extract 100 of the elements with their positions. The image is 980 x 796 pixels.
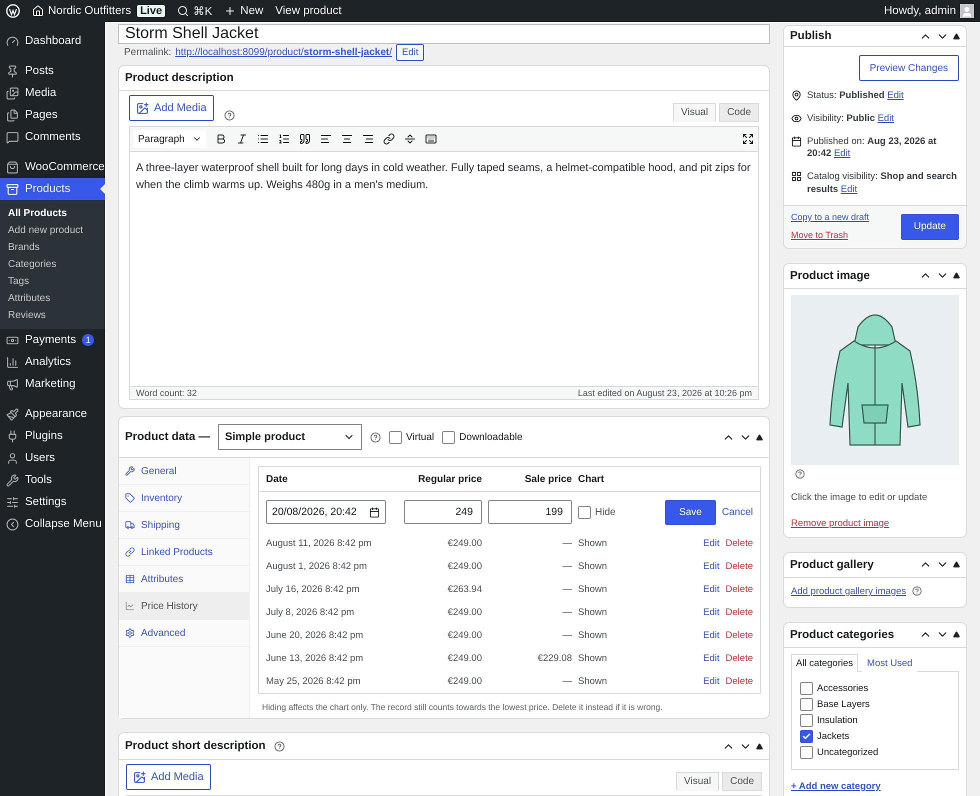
- checkbox[interactable]: [800, 746, 813, 759]
- checkbox[interactable]: [442, 430, 456, 444]
- align-right-icon[interactable]: [362, 133, 374, 145]
- editor-tab[interactable]: Visual: [676, 772, 720, 791]
- edit-link[interactable]: Edit: [703, 630, 720, 641]
- checkbox[interactable]: [800, 714, 813, 727]
- edit-link[interactable]: Edit: [703, 676, 720, 687]
- submenu-item[interactable]: Add new product: [0, 222, 105, 239]
- category-tab[interactable]: All categories: [791, 654, 858, 672]
- help-icon[interactable]: [274, 740, 285, 752]
- view-product-link[interactable]: View product: [275, 5, 342, 17]
- delete-link[interactable]: Delete: [726, 676, 753, 687]
- permalink-link[interactable]: http://localhost:8099/product/storm-shell-jacket/: [175, 47, 392, 58]
- edit-link[interactable]: Edit: [703, 561, 720, 572]
- format-select[interactable]: Paragraph: [134, 130, 206, 148]
- submenu-item[interactable]: Categories: [0, 256, 105, 273]
- category-checkbox-label[interactable]: Accessories: [800, 682, 950, 695]
- editor-tab[interactable]: Code: [722, 772, 762, 791]
- new-link[interactable]: New: [224, 5, 264, 17]
- add-media-button[interactable]: Add Media: [126, 764, 211, 790]
- editor-tab[interactable]: Code: [719, 103, 759, 122]
- sidebar-item[interactable]: Payments 1: [0, 329, 105, 351]
- copy-draft-link[interactable]: Copy to a new draft: [791, 212, 870, 222]
- help-icon[interactable]: [370, 432, 381, 442]
- delete-link[interactable]: Delete: [726, 653, 753, 664]
- sidebar-item[interactable]: Comments: [0, 126, 105, 148]
- delete-link[interactable]: Delete: [726, 584, 753, 595]
- fullscreen-icon[interactable]: [742, 133, 754, 145]
- keyboard-icon[interactable]: [425, 133, 437, 145]
- edit-link[interactable]: Edit: [834, 148, 850, 160]
- checkbox[interactable]: [578, 506, 591, 518]
- delete-link[interactable]: Delete: [726, 561, 753, 572]
- edit-link[interactable]: Edit: [703, 653, 720, 664]
- product-data-tab[interactable]: Advanced: [119, 620, 249, 647]
- sidebar-item[interactable]: Settings: [0, 491, 105, 513]
- triangle-icon[interactable]: [953, 561, 960, 568]
- product-data-tab[interactable]: General: [119, 458, 249, 485]
- date-field[interactable]: 20/08/2026, 20:42: [266, 500, 386, 524]
- edit-link[interactable]: Edit: [703, 538, 720, 549]
- edit-link[interactable]: Edit: [703, 607, 720, 618]
- product-data-tab[interactable]: Inventory: [119, 485, 249, 512]
- sidebar-item[interactable]: WooCommerce: [0, 156, 105, 178]
- category-checkbox-label[interactable]: Uncategorized: [800, 746, 950, 759]
- category-checkbox-label[interactable]: Base Layers: [800, 698, 950, 711]
- delete-link[interactable]: Delete: [726, 538, 753, 549]
- product-type-select[interactable]: Simple product: [218, 424, 362, 450]
- triangle-icon[interactable]: [756, 742, 763, 750]
- checkbox[interactable]: [800, 698, 813, 711]
- editor-tab[interactable]: Visual: [673, 103, 716, 122]
- help-icon[interactable]: [912, 586, 922, 596]
- sidebar-item[interactable]: Dashboard: [0, 30, 105, 52]
- wordpress-logo-icon[interactable]: [6, 4, 20, 18]
- submenu-item[interactable]: Attributes: [0, 290, 105, 307]
- trash-link[interactable]: Move to Trash: [791, 230, 870, 240]
- triangle-icon[interactable]: [953, 272, 960, 280]
- edit-link[interactable]: Edit: [840, 184, 858, 196]
- category-checkbox-label[interactable]: Insulation: [800, 714, 950, 727]
- command-search-button[interactable]: ⌘K: [177, 4, 212, 18]
- align-left-icon[interactable]: [320, 133, 332, 145]
- edit-link[interactable]: Edit: [887, 90, 904, 101]
- edit-link[interactable]: Edit: [703, 584, 720, 595]
- checkbox[interactable]: [388, 430, 402, 444]
- sidebar-item[interactable]: Plugins: [0, 425, 105, 447]
- remove-image-link[interactable]: Remove product image: [791, 518, 890, 529]
- bold-icon[interactable]: [215, 133, 227, 145]
- submenu-item[interactable]: Tags: [0, 273, 105, 290]
- sidebar-item[interactable]: Marketing: [0, 373, 105, 395]
- checkbox[interactable]: [800, 730, 813, 743]
- product-data-tab[interactable]: Linked Products: [119, 539, 249, 566]
- quote-icon[interactable]: [299, 133, 311, 145]
- submenu-item[interactable]: Reviews: [0, 307, 105, 324]
- add-gallery-link[interactable]: Add product gallery images: [791, 586, 906, 597]
- account-menu[interactable]: Howdy, admin: [884, 4, 974, 18]
- numbered-list-icon[interactable]: [278, 133, 290, 145]
- italic-icon[interactable]: [236, 133, 248, 145]
- delete-link[interactable]: Delete: [726, 607, 753, 618]
- triangle-icon[interactable]: [756, 434, 763, 440]
- option-checkbox-label[interactable]: Virtual: [388, 430, 434, 444]
- delete-link[interactable]: Delete: [726, 630, 753, 641]
- sidebar-item[interactable]: Appearance: [0, 403, 105, 425]
- add-category-link[interactable]: + Add new category: [791, 780, 881, 792]
- update-button[interactable]: Update: [900, 214, 959, 240]
- link-icon[interactable]: [383, 133, 395, 145]
- site-name-link[interactable]: Nordic Outfitters: [32, 5, 132, 17]
- sidebar-item[interactable]: Tools: [0, 469, 105, 491]
- edit-link[interactable]: Edit: [878, 112, 894, 124]
- save-button[interactable]: Save: [665, 500, 716, 524]
- preview-changes-button[interactable]: Preview Changes: [858, 55, 959, 81]
- sidebar-item[interactable]: Collapse Menu: [0, 513, 105, 535]
- submenu-item[interactable]: All Products: [0, 205, 105, 222]
- sidebar-item[interactable]: Media: [0, 82, 105, 104]
- title-field[interactable]: Storm Shell Jacket: [118, 24, 770, 44]
- cancel-link[interactable]: Cancel: [722, 506, 753, 518]
- align-center-icon[interactable]: [341, 133, 353, 145]
- edit-permalink-button[interactable]: Edit: [396, 44, 424, 61]
- sidebar-item[interactable]: Products: [0, 178, 105, 200]
- product-data-tab[interactable]: Shipping: [119, 512, 249, 539]
- sale-price-field[interactable]: 199: [488, 500, 572, 524]
- checkbox[interactable]: [800, 682, 813, 695]
- regular-price-field[interactable]: 249: [404, 500, 482, 524]
